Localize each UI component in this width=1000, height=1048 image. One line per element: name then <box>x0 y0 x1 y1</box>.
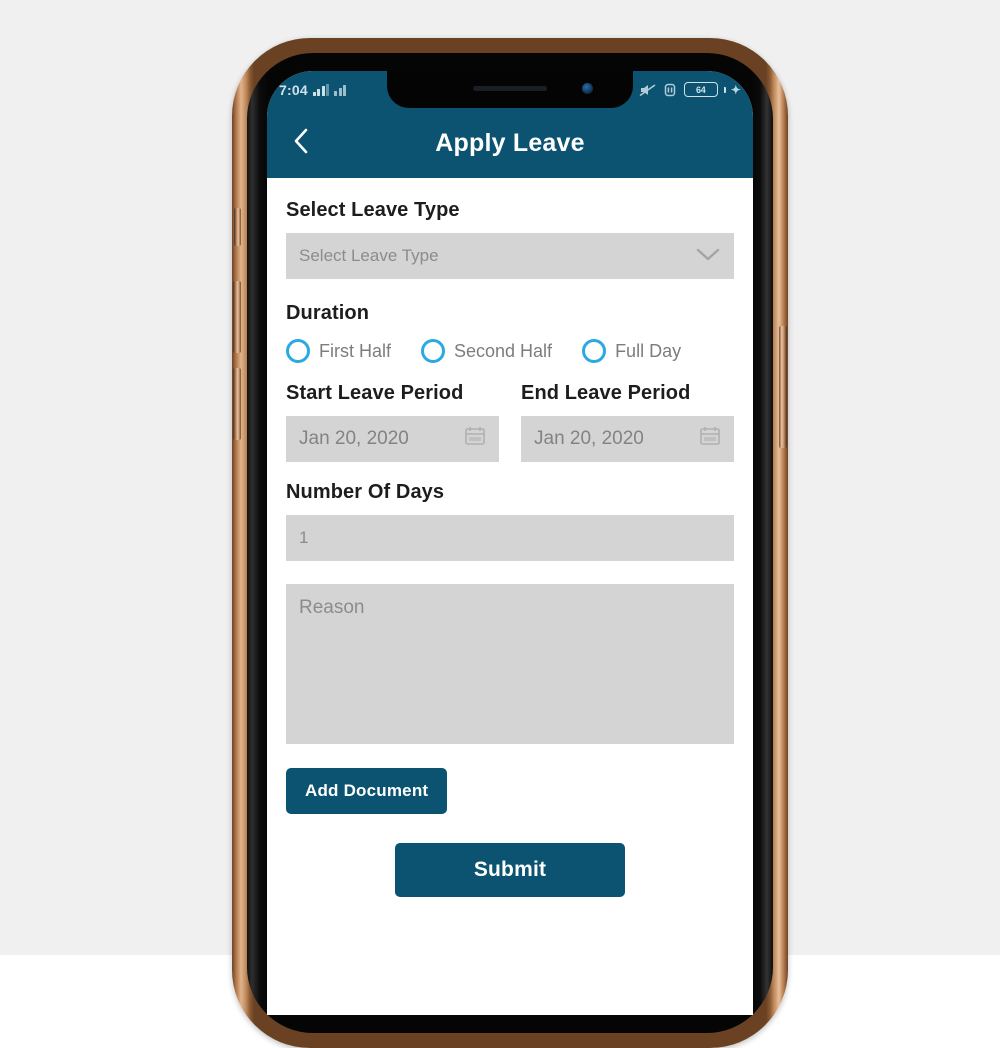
battery-cap-icon <box>723 86 726 93</box>
leave-type-label: Select Leave Type <box>286 199 460 221</box>
status-bar-clock: 7:04 <box>279 81 308 98</box>
page-canvas: 7:04 64 ✦ Apply Leave Select Leave Type … <box>0 0 1000 1048</box>
phone-device-mockup: 7:04 64 ✦ Apply Leave Select Leave Type … <box>232 38 788 1048</box>
radio-first-half[interactable]: First Half <box>286 339 391 363</box>
chevron-left-icon <box>291 126 311 161</box>
back-button[interactable] <box>273 115 329 171</box>
leave-type-select[interactable]: Select Leave Type <box>286 233 734 279</box>
apply-leave-form: Select Leave Type Select Leave Type Dura… <box>267 178 753 1015</box>
status-bar-left: 7:04 <box>279 81 347 98</box>
display-notch <box>387 71 633 108</box>
radio-circle-icon <box>286 339 310 363</box>
start-period-column: Start Leave Period Jan 20, 2020 <box>286 382 499 462</box>
radio-full-day[interactable]: Full Day <box>582 339 681 363</box>
signal-bars-secondary-icon <box>334 84 347 96</box>
mute-switch-button[interactable] <box>234 208 241 246</box>
end-period-label: End Leave Period <box>521 382 691 404</box>
end-period-date-input[interactable]: Jan 20, 2020 <box>521 416 734 462</box>
chevron-down-icon <box>695 246 721 267</box>
number-of-days-value: 1 <box>299 528 309 547</box>
radio-circle-icon <box>582 339 607 363</box>
volume-mute-icon <box>639 83 656 97</box>
charging-bolt-icon: ✦ <box>730 82 741 97</box>
volume-up-button[interactable] <box>233 281 241 353</box>
start-period-date-input[interactable]: Jan 20, 2020 <box>286 416 499 462</box>
volume-down-button[interactable] <box>233 368 241 440</box>
radio-label: Second Half <box>454 340 553 361</box>
reason-placeholder: Reason <box>299 597 365 618</box>
signal-bars-icon <box>312 83 330 96</box>
calendar-icon <box>464 425 486 453</box>
leave-period-row: Start Leave Period Jan 20, 2020 End Leav… <box>286 382 734 462</box>
app-bar: Apply Leave <box>267 108 753 178</box>
leave-type-placeholder: Select Leave Type <box>299 246 439 265</box>
duration-label: Duration <box>286 302 370 324</box>
submit-button[interactable]: Submit <box>395 843 625 897</box>
end-period-value: Jan 20, 2020 <box>534 428 644 449</box>
duration-radio-group: First Half Second Half Full Day <box>286 339 734 363</box>
radio-circle-icon <box>421 339 445 363</box>
power-button[interactable] <box>779 326 787 448</box>
start-period-value: Jan 20, 2020 <box>299 428 409 449</box>
number-of-days-input[interactable]: 1 <box>286 515 734 561</box>
front-camera-icon <box>582 83 593 94</box>
calendar-icon <box>699 425 721 453</box>
add-document-button[interactable]: Add Document <box>286 768 448 814</box>
radio-label: First Half <box>319 340 391 361</box>
radio-second-half[interactable]: Second Half <box>421 339 552 363</box>
submit-row: Submit <box>286 843 734 897</box>
page-title: Apply Leave <box>435 128 585 157</box>
battery-indicator: 64 <box>683 82 718 97</box>
number-of-days-label: Number Of Days <box>286 481 445 503</box>
battery-level-text: 64 <box>696 84 706 95</box>
add-document-row: Add Document <box>286 768 734 814</box>
earpiece-speaker-icon <box>473 86 547 91</box>
reason-textarea[interactable]: Reason <box>286 584 734 744</box>
end-period-column: End Leave Period Jan 20, 2020 <box>521 382 734 462</box>
vibrate-icon <box>661 83 679 97</box>
status-bar-right: 64 ✦ <box>639 82 741 97</box>
radio-label: Full Day <box>615 340 682 361</box>
phone-screen: 7:04 64 ✦ Apply Leave Select Leave Type … <box>267 71 753 1015</box>
start-period-label: Start Leave Period <box>286 382 464 404</box>
